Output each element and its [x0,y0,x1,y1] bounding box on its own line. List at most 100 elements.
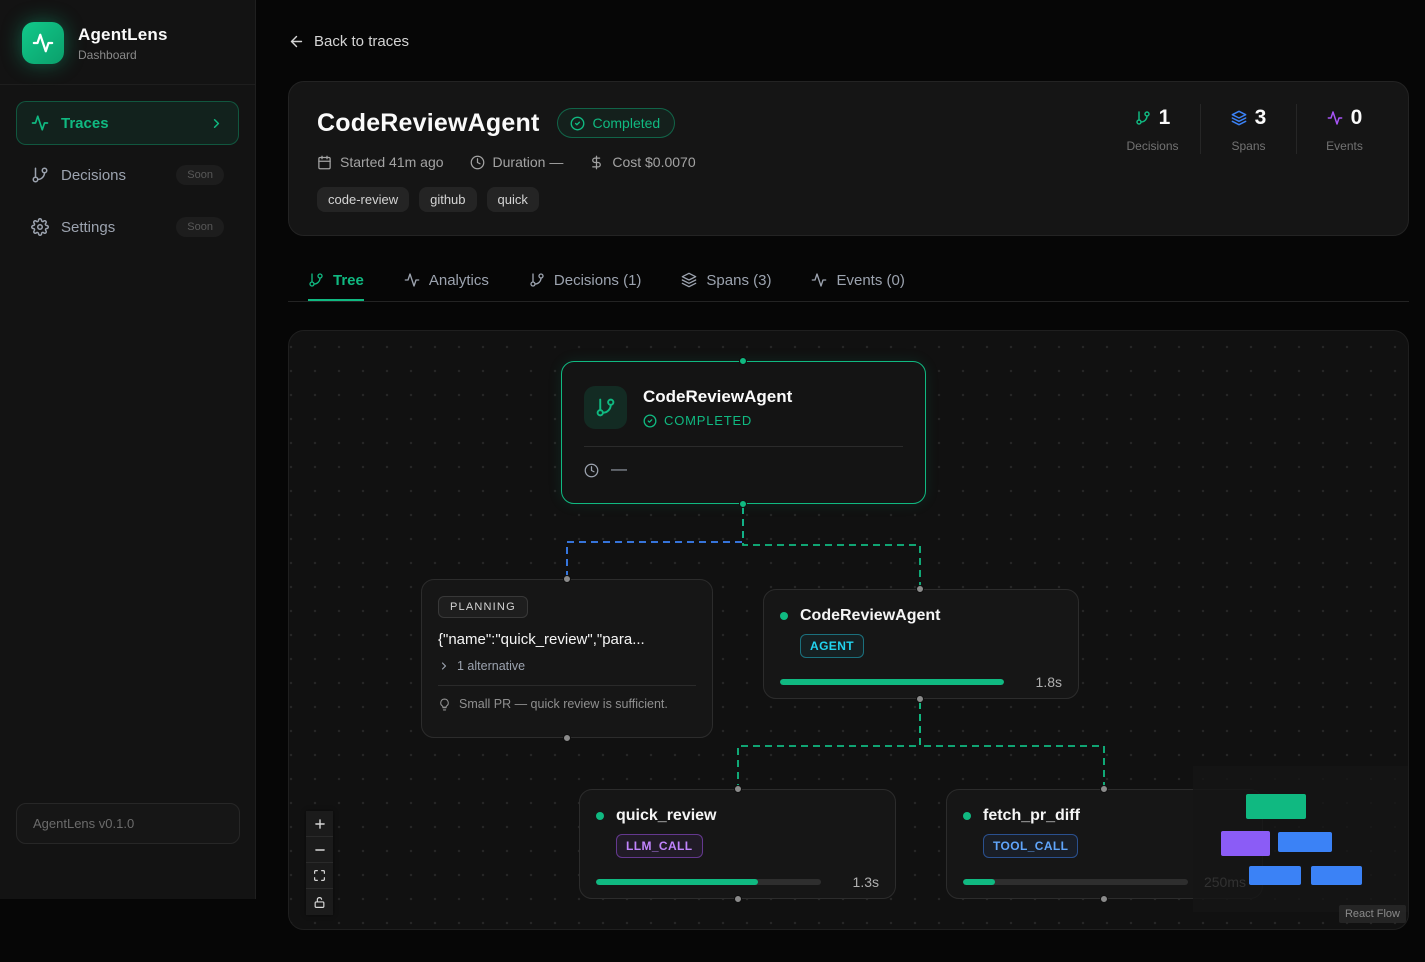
status-dot [780,612,788,620]
bar-track [780,679,1004,685]
sidebar-item-settings[interactable]: Settings Soon [16,205,239,249]
layers-icon [681,272,697,288]
chevron-right-icon [209,116,224,131]
handle-agent-bottom [916,695,924,703]
minimap-node-decision [1221,831,1270,856]
brand-text: AgentLens Dashboard [78,25,168,62]
stat-value: 1 [1159,106,1171,130]
handle-tool-bottom [1100,895,1108,903]
flow-controls [306,811,333,915]
app-logo [22,22,64,64]
decision-insight: Small PR — quick review is sufficient. [438,697,696,711]
back-to-traces-link[interactable]: Back to traces [288,33,409,50]
tag: github [419,187,476,212]
node-title: CodeReviewAgent [643,387,792,407]
trace-header-card: CodeReviewAgent Completed Started 41m ag… [288,81,1409,236]
bar-fill [780,679,1004,685]
tab-analytics[interactable]: Analytics [404,263,489,301]
duration-bar: 1.8s [780,674,1062,690]
node-span-quick-review[interactable]: quick_review LLM_CALL 1.3s [579,789,896,899]
tab-decisions[interactable]: Decisions (1) [529,263,642,301]
span-title: CodeReviewAgent [800,607,940,625]
edge-agent-to-llm [738,702,920,786]
tab-label: Spans (3) [706,272,771,289]
stat-events: 0 Events [1297,106,1392,153]
gear-icon [31,218,49,236]
agentlens-trace-page: AgentLens Dashboard Traces Decisions Soo… [0,0,1425,962]
node-icon-box [584,386,627,429]
edge-root-to-decision [567,507,743,576]
tab-tree[interactable]: Tree [308,263,364,301]
sidebar-item-decisions[interactable]: Decisions Soon [16,153,239,197]
react-flow-attribution[interactable]: React Flow [1339,905,1406,923]
status-badge: Completed [557,108,675,138]
decision-value: {"name":"quick_review","para... [438,631,696,648]
git-branch-icon [31,166,49,184]
status-dot [596,812,604,820]
span-type-badge: AGENT [800,634,864,658]
span-type-badge: TOOL_CALL [983,834,1078,858]
brand: AgentLens Dashboard [0,0,255,85]
duration-meta: Duration — [470,154,564,170]
fit-view-icon [313,869,326,882]
lock-button[interactable] [306,889,333,915]
zoom-out-button[interactable] [306,837,333,863]
tab-label: Events (0) [836,272,904,289]
fit-view-button[interactable] [306,863,333,889]
git-branch-icon [1135,110,1151,126]
span-type-badge: LLM_CALL [616,834,703,858]
stat-label: Spans [1231,139,1265,153]
tab-label: Analytics [429,272,489,289]
node-status: COMPLETED [643,413,792,428]
dollar-icon [589,155,604,170]
trace-tree-canvas[interactable]: CodeReviewAgent COMPLETED — PLANNING {"n… [288,330,1409,930]
sidebar-item-label: Traces [61,115,109,132]
node-decision-planning[interactable]: PLANNING {"name":"quick_review","para...… [421,579,713,738]
handle-llm-bottom [734,895,742,903]
bar-track [596,879,821,885]
sidebar-item-label: Settings [61,219,115,236]
handle-llm-top [734,785,742,793]
meta-row: Started 41m ago Duration — Cost $0.0070 [317,154,1380,170]
handle-tool-top [1100,785,1108,793]
alternatives-toggle[interactable]: 1 alternative [438,659,696,673]
duration-label: 1.3s [833,874,879,890]
sidebar-item-traces[interactable]: Traces [16,101,239,145]
flow-minimap[interactable] [1193,766,1409,912]
minimap-node-llm [1249,866,1301,885]
alternatives-label: 1 alternative [457,659,525,673]
minimap-node-root [1246,794,1306,819]
layers-icon [1231,110,1247,126]
app-version: AgentLens v0.1.0 [16,803,240,844]
arrow-left-icon [288,33,305,50]
tab-events[interactable]: Events (0) [811,263,904,301]
stat-value: 3 [1255,106,1267,130]
node-duration: — [584,461,903,479]
node-root-agent[interactable]: CodeReviewAgent COMPLETED — [561,361,926,504]
tab-spans[interactable]: Spans (3) [681,263,771,301]
check-circle-icon [643,414,657,428]
git-branch-icon [529,272,545,288]
back-label: Back to traces [314,33,409,50]
soon-badge: Soon [176,165,224,185]
stat-value: 0 [1351,106,1363,130]
chevron-right-icon [438,660,450,672]
activity-icon [31,114,49,132]
handle-decision-top [563,575,571,583]
stat-spans: 3 Spans [1201,106,1296,153]
sidebar-nav: Traces Decisions Soon Settings Soon [0,85,255,249]
sidebar: AgentLens Dashboard Traces Decisions Soo… [0,0,256,899]
span-title: fetch_pr_diff [983,807,1080,825]
app-subtitle: Dashboard [78,48,168,62]
divider [438,685,696,686]
check-circle-icon [570,116,585,131]
minus-icon [313,843,327,857]
stat-decisions: 1 Decisions [1105,106,1200,153]
node-span-agent[interactable]: CodeReviewAgent AGENT 1.8s [763,589,1079,699]
minimap-node-agent [1278,832,1332,852]
git-branch-icon [595,397,616,418]
stat-label: Decisions [1126,139,1178,153]
zoom-in-button[interactable] [306,811,333,837]
bar-track [963,879,1188,885]
activity-icon [404,272,420,288]
